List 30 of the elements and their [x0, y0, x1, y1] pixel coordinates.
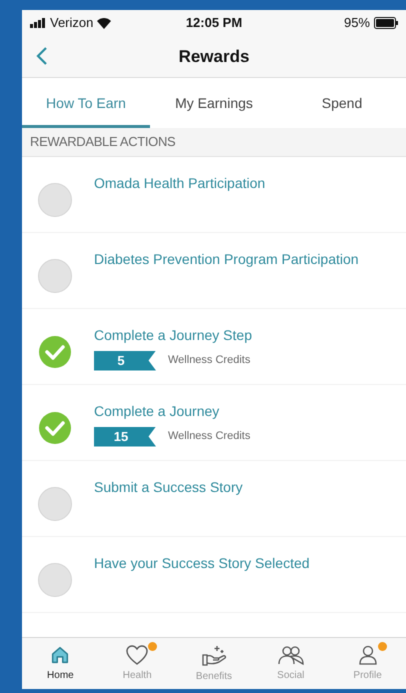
- status-time: 12:05 PM: [186, 14, 242, 32]
- credits-label: Wellness Credits: [168, 429, 250, 444]
- tab-bar-item[interactable]: Profile: [329, 638, 406, 689]
- credits-ribbon: 5: [94, 350, 156, 370]
- tab-bar-item[interactable]: Social: [252, 638, 330, 689]
- tab[interactable]: Spend: [278, 78, 406, 128]
- carrier: Verizon: [50, 14, 94, 32]
- action-title: Have your Success Story Selected: [94, 555, 310, 572]
- battery-icon: [374, 17, 398, 29]
- hand-icon: [200, 643, 227, 667]
- section-header: REWARDABLE ACTIONS: [30, 133, 176, 152]
- heart-icon: [125, 644, 150, 666]
- wifi-icon: [97, 18, 112, 28]
- tab-bar-item[interactable]: Benefits: [176, 638, 252, 689]
- page-title: Rewards: [178, 46, 250, 68]
- action-title: Complete a Journey: [94, 403, 220, 420]
- back-chevron-icon: [36, 46, 48, 66]
- battery-percent: 95%: [344, 14, 370, 32]
- tab-bar-item[interactable]: Home: [22, 638, 99, 689]
- credits-ribbon: 15: [94, 426, 156, 446]
- person-icon: [356, 644, 379, 666]
- people-icon: [276, 644, 305, 666]
- credits-label: Wellness Credits: [168, 353, 250, 368]
- action-title: Submit a Success Story: [94, 479, 243, 496]
- tab[interactable]: My Earnings: [150, 78, 278, 128]
- signal-icon: [30, 18, 46, 28]
- action-title: Complete a Journey Step: [94, 327, 252, 344]
- action-title: Omada Health Participation: [94, 175, 266, 192]
- tab-bar-item[interactable]: Health: [98, 638, 176, 689]
- action-title: Diabetes Prevention Program Participation: [94, 251, 359, 268]
